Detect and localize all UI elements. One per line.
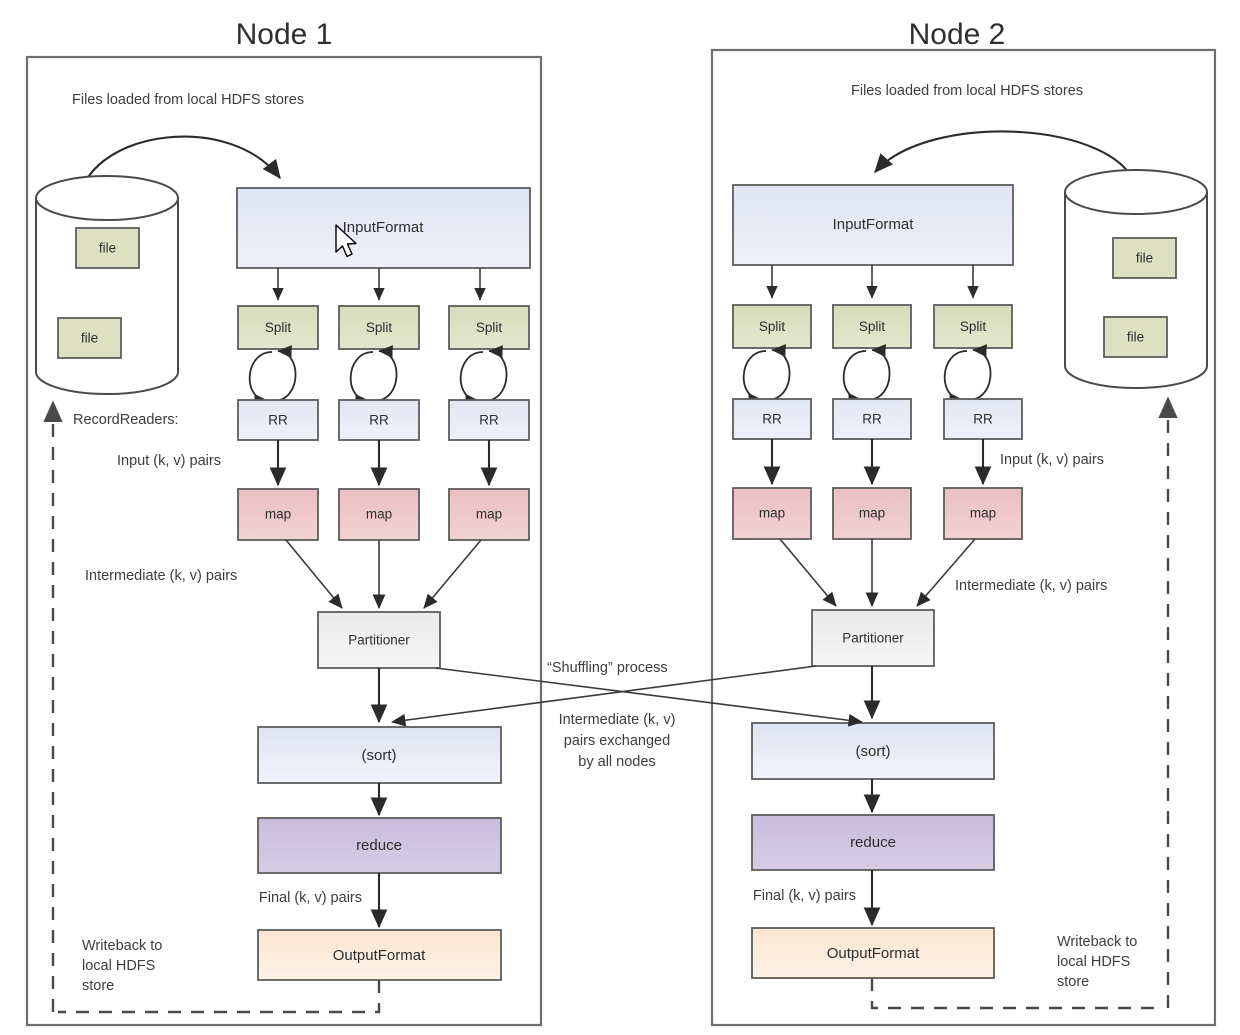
node2-inputformat-label: InputFormat — [833, 216, 915, 233]
node1-file-label-2: file — [81, 331, 98, 346]
node2-outputformat-label: OutputFormat — [827, 945, 920, 962]
node1-intermediate-pairs-caption: Intermediate (k, v) pairs — [85, 568, 237, 584]
node1-split-label-3: Split — [476, 320, 503, 335]
node1-reduce-label: reduce — [356, 837, 402, 854]
node2-writeback-path — [870, 978, 1163, 1010]
node1-writeback-caption-line2: local HDFS — [82, 958, 155, 974]
node2-reduce-label: reduce — [850, 834, 896, 851]
shuffling-process-label: “Shuffling” process — [547, 660, 668, 676]
node2-rr-label-3: RR — [973, 412, 993, 427]
shuffle-exchange-label-line1: Intermediate (k, v) — [559, 712, 676, 728]
node2-intermediate-pairs-caption: Intermediate (k, v) pairs — [955, 578, 1107, 594]
node2-file-label-2: file — [1127, 330, 1144, 345]
node1-rr-label-3: RR — [479, 413, 499, 428]
node2-map-label-3: map — [970, 506, 996, 521]
node1-hdfs-store — [35, 175, 179, 395]
shuffle-exchange-label-line2: pairs exchanged — [564, 733, 670, 749]
node2-split-label-2: Split — [859, 319, 886, 334]
node2-writeback-caption-line1: Writeback to — [1057, 934, 1137, 950]
node2-sort-label: (sort) — [856, 743, 891, 760]
shuffle-exchange-label-line3: by all nodes — [578, 754, 655, 770]
node1-final-pairs-caption: Final (k, v) pairs — [259, 890, 362, 906]
node1-outputformat-label: OutputFormat — [333, 947, 426, 964]
node1-writeback-caption-line3: store — [82, 978, 114, 994]
node2-title: Node 2 — [909, 18, 1006, 51]
node1-inputformat-label: InputFormat — [343, 219, 425, 236]
node2-map-label-2: map — [859, 506, 885, 521]
node1-title: Node 1 — [236, 18, 333, 51]
node1-writeback-caption-line1: Writeback to — [82, 938, 162, 954]
node2-partitioner-label: Partitioner — [842, 631, 904, 646]
node2-split-label-1: Split — [759, 319, 786, 334]
node2-input-pairs-caption: Input (k, v) pairs — [1000, 452, 1104, 468]
node1-map-part-arrow-3 — [423, 539, 482, 609]
node1-file-label-1: file — [99, 241, 116, 256]
node2-files-loaded-caption: Files loaded from local HDFS stores — [851, 83, 1083, 99]
node2-writeback-caption-line2: local HDFS — [1057, 954, 1130, 970]
node1-sort-label: (sort) — [362, 747, 397, 764]
node1-files-loaded-caption: Files loaded from local HDFS stores — [72, 92, 304, 108]
node1-partitioner-label: Partitioner — [348, 633, 410, 648]
node2-map-label-1: map — [759, 506, 785, 521]
node1-map-part-arrow-1 — [285, 539, 343, 609]
node1-map-label-3: map — [476, 507, 502, 522]
node2-file-label-1: file — [1136, 251, 1153, 266]
node1-input-pairs-caption: Input (k, v) pairs — [117, 453, 221, 469]
diagram-canvas: Node 1 Node 2 Files loaded from local HD… — [0, 0, 1240, 1035]
node2-content: Files loaded from local HDFS stores file… — [732, 83, 1208, 1010]
node2-split-rr-loop-1 — [742, 344, 791, 406]
node2-split-label-3: Split — [960, 319, 987, 334]
node1-split-label-1: Split — [265, 320, 292, 335]
node1-map-label-1: map — [265, 507, 291, 522]
node1-split-rr-loop-3 — [459, 345, 508, 407]
node2-rr-label-2: RR — [862, 412, 882, 427]
node1-map-label-2: map — [366, 507, 392, 522]
node2-final-pairs-caption: Final (k, v) pairs — [753, 888, 856, 904]
node2-split-rr-loop-3 — [943, 344, 992, 406]
mapreduce-dataflow-diagram: Node 1 Node 2 Files loaded from local HD… — [25, 18, 1217, 1027]
node1-split-label-2: Split — [366, 320, 393, 335]
node1-split-rr-loop-1 — [248, 345, 297, 407]
node2-map-part-arrow-1 — [779, 538, 837, 607]
node1-rr-label-1: RR — [268, 413, 288, 428]
node1-split-rr-loop-2 — [349, 345, 398, 407]
node1-rr-label-2: RR — [369, 413, 389, 428]
node1-recordreaders-caption: RecordReaders: — [73, 412, 179, 428]
node2-split-rr-loop-2 — [842, 344, 891, 406]
node2-map-part-arrow-3 — [916, 538, 976, 607]
node2-rr-label-1: RR — [762, 412, 782, 427]
node1-content: Files loaded from local HDFS stores file… — [35, 92, 531, 1014]
node2-writeback-caption-line3: store — [1057, 974, 1089, 990]
